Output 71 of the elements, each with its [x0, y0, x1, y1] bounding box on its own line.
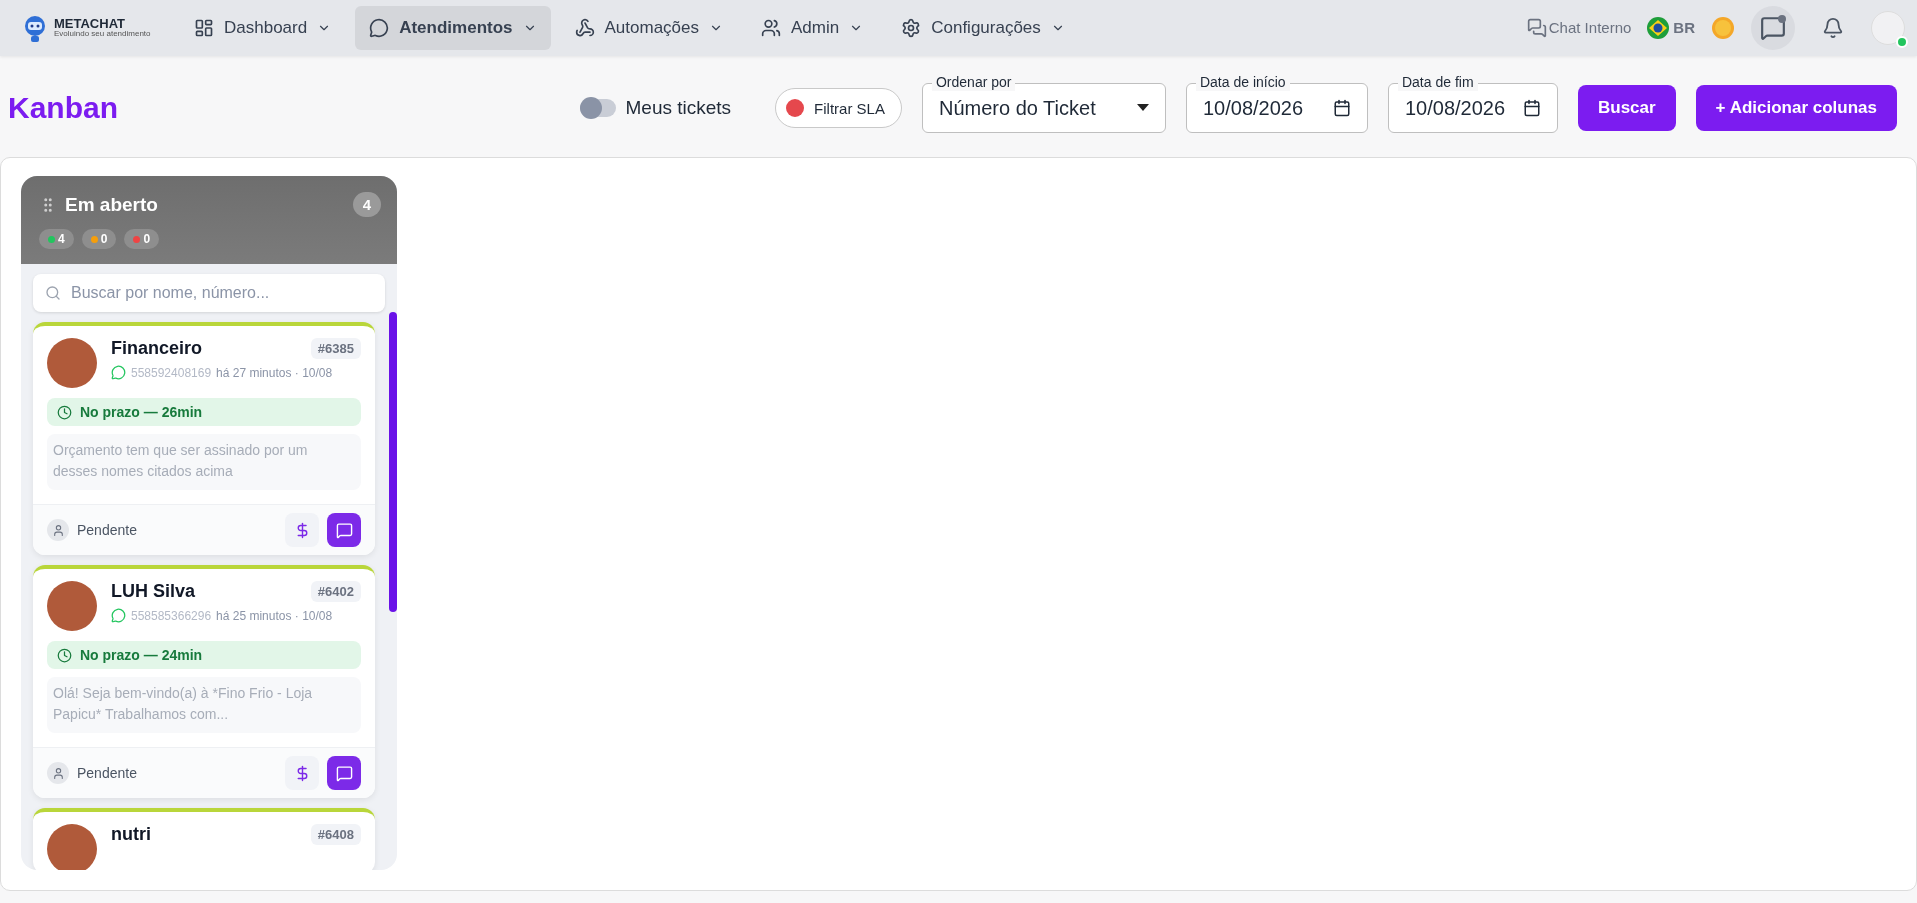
bell-icon: [1822, 16, 1844, 39]
chat-bubble-icon: [369, 17, 390, 38]
column-title: Em aberto: [65, 193, 158, 216]
sla-count-chip: 0: [81, 229, 117, 249]
language-selector[interactable]: BR: [1647, 16, 1695, 39]
field-label: Ordenar por: [931, 73, 1016, 92]
webhook-icon: [574, 17, 595, 38]
nav-menu-item[interactable]: Dashboard: [180, 5, 346, 50]
clock-icon: [57, 647, 72, 663]
nav-menu-item[interactable]: Atendimentos: [355, 5, 551, 50]
scrollbar-thumb[interactable]: [389, 312, 397, 612]
photo-placeholder: [47, 824, 97, 870]
calendar-icon: [1522, 99, 1541, 118]
chat-button[interactable]: [327, 513, 361, 547]
add-columns-button[interactable]: + Adicionar colunas: [1695, 85, 1897, 132]
nav-menu-item[interactable]: Automações: [560, 5, 737, 50]
ticket-number: #6402: [310, 581, 361, 602]
ticket-time: há 27 minutos · 10/08: [216, 365, 333, 380]
chat-button[interactable]: [327, 756, 361, 790]
ticket-status: Pendente: [77, 522, 137, 538]
clock-icon: [57, 404, 72, 420]
dashboard-icon: [194, 17, 214, 38]
ticket-card[interactable]: Financeiro #6385 558592408169 há 27 minutos · 10/08 No prazo — 26min Orçamento tem que ser assinado por um desses nomes citados acima Pendente: [33, 322, 375, 555]
sla-count-chip: 0: [124, 229, 160, 249]
ticket-card[interactable]: nutri #6408: [33, 808, 375, 870]
chat-link[interactable]: Chat Interno: [1526, 17, 1632, 38]
sla-status: No prazo — 26min: [47, 398, 361, 426]
contact-name: nutri: [111, 824, 151, 845]
nav-menu-item[interactable]: Configurações: [887, 5, 1079, 50]
field-label: Data de fim: [1397, 73, 1478, 92]
sla-status: No prazo — 24min: [47, 641, 361, 669]
sla-filter-button[interactable]: Filtrar SLA: [775, 88, 902, 129]
dollar-button[interactable]: [285, 756, 319, 790]
phone-number: 558585366296: [131, 608, 212, 623]
search-field[interactable]: Buscar por nome, número...: [33, 274, 385, 312]
message-icon: [335, 764, 353, 782]
search-button[interactable]: Buscar: [1577, 85, 1676, 132]
toggle-switch[interactable]: [579, 99, 616, 118]
flag-icon: [1647, 16, 1670, 39]
message-icon: [335, 521, 353, 539]
field-label: Data de início: [1195, 73, 1290, 92]
toggle-label: Meus tickets: [625, 97, 732, 120]
ticket-status: Pendente: [77, 765, 137, 781]
sla-count-chip: 4: [39, 229, 74, 249]
settings-icon: [901, 17, 922, 38]
chat-bubble-icon: [111, 608, 126, 623]
ticket-time: há 25 minutos · 10/08: [216, 608, 333, 623]
contact-name: Financeiro: [111, 338, 203, 359]
chat-bubble-icon: [111, 365, 126, 380]
users-icon: [761, 17, 781, 38]
photo-placeholder: [47, 581, 97, 631]
page-title: Kanban: [8, 91, 118, 126]
message-preview: Olá! Seja bem-vindo(a) à *Fino Frio - Loja Papicu* Trabalhamos com...: [47, 677, 361, 733]
message-icon: [1760, 14, 1786, 41]
brand-name: METACHAT: [54, 17, 125, 31]
photo-placeholder: [47, 338, 97, 388]
contact-name: LUH Silva: [111, 581, 196, 602]
ticket-number: #6408: [310, 824, 361, 845]
phone-number: 558592408169: [131, 365, 212, 380]
ticket-number: #6385: [310, 338, 361, 359]
count-badge: 4: [352, 192, 381, 217]
chat-icon: [1526, 17, 1547, 38]
messages-button[interactable]: [1751, 5, 1795, 50]
dollar-button[interactable]: [285, 513, 319, 547]
message-preview: Orçamento tem que ser assinado por um desses nomes citados acima: [47, 434, 361, 490]
search-icon: [45, 285, 61, 301]
calendar-icon: [1332, 99, 1351, 118]
brand-tagline: Evoluindo seu atendimento: [54, 30, 151, 39]
caret-down-icon: [1136, 104, 1149, 113]
ticket-card[interactable]: LUH Silva #6402 558585366296 há 25 minutos · 10/08 No prazo — 24min Olá! Seja bem-vindo(a) à *Fino Frio - Loja Papicu* Trabalhamos com... Pendente: [33, 565, 375, 798]
nav-menu-item[interactable]: Admin: [747, 5, 878, 50]
